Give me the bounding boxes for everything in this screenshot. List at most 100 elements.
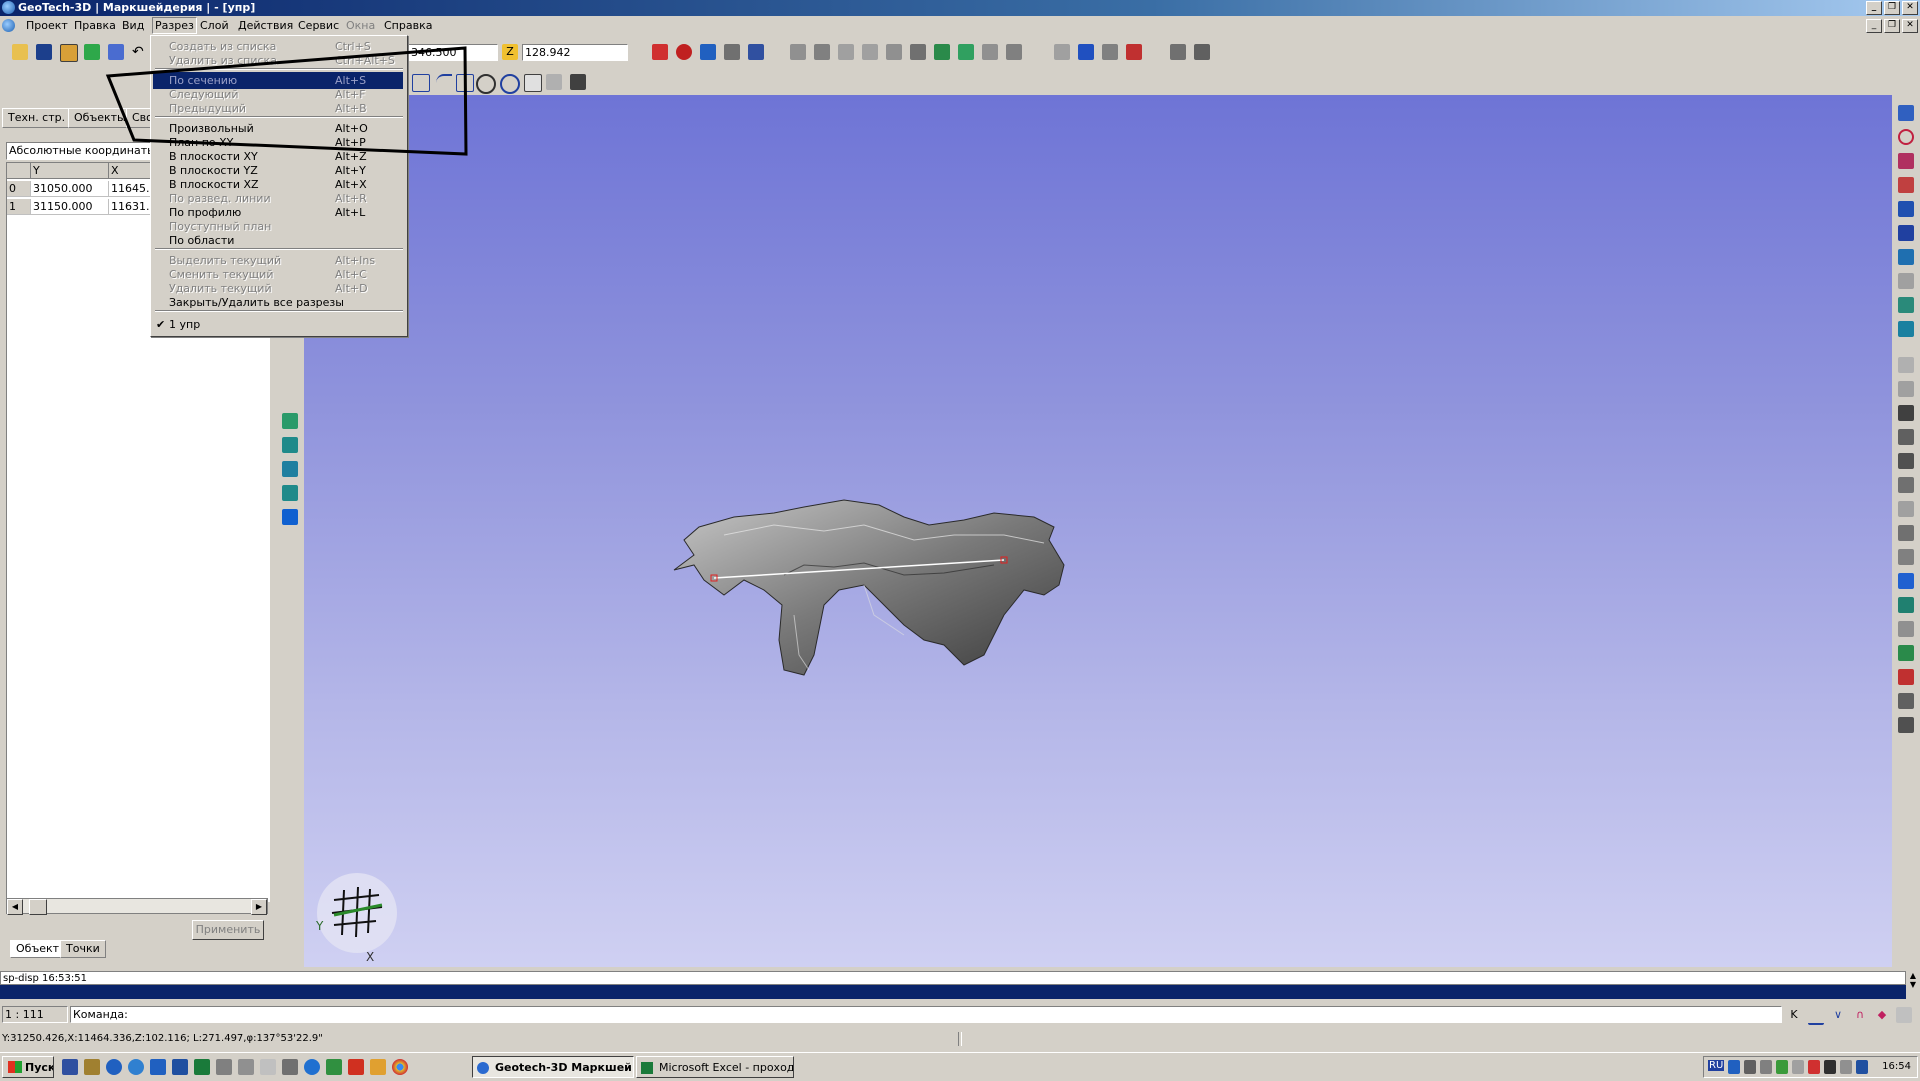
shape-icon[interactable] <box>1898 249 1914 265</box>
globe-icon[interactable] <box>1898 321 1914 337</box>
quicklaunch-media-icon[interactable] <box>106 1059 122 1075</box>
antivirus-icon[interactable] <box>1776 1060 1788 1074</box>
open-folder-icon[interactable] <box>12 44 28 60</box>
terrain-icon[interactable] <box>1898 645 1914 661</box>
quicklaunch-disk-icon[interactable] <box>238 1059 254 1075</box>
language-indicator[interactable]: RU <box>1708 1060 1725 1071</box>
tab-object[interactable]: Объект <box>10 940 66 958</box>
slope-icon[interactable] <box>886 44 902 60</box>
drill-icon[interactable] <box>1898 621 1914 637</box>
stairs-icon[interactable] <box>1898 525 1914 541</box>
block-icon[interactable] <box>748 44 764 60</box>
cross-icon[interactable] <box>1898 405 1914 421</box>
cursor-icon[interactable] <box>1898 693 1914 709</box>
3d-viewport[interactable]: Y X <box>304 95 1892 967</box>
menu-help[interactable]: Справка <box>384 19 432 32</box>
layers-stack-icon[interactable] <box>700 44 716 60</box>
snap-perp-icon[interactable] <box>1808 1007 1824 1025</box>
mdi-close-button[interactable]: ✕ <box>1902 19 1918 33</box>
menu-windows[interactable]: Окна <box>346 19 375 32</box>
layers-green-icon[interactable] <box>282 413 298 429</box>
rotate-icon[interactable] <box>1006 44 1022 60</box>
dome-icon[interactable] <box>1898 597 1914 613</box>
tray-sync-icon[interactable] <box>1840 1060 1852 1074</box>
frame-icon[interactable] <box>982 44 998 60</box>
cube-icon[interactable] <box>84 44 100 60</box>
snap-magnet-icon[interactable]: ∩ <box>1852 1007 1868 1023</box>
wall-icon[interactable] <box>1898 501 1914 517</box>
list-icon[interactable] <box>1170 44 1186 60</box>
copy-box-icon[interactable] <box>282 461 298 477</box>
scissors-icon[interactable] <box>1898 453 1914 469</box>
restore-button[interactable]: ❐ <box>1884 1 1900 15</box>
tray-app-icon[interactable] <box>1824 1060 1836 1074</box>
menu-actions[interactable]: Действия <box>238 19 293 32</box>
snap-angle-icon[interactable]: ∨ <box>1830 1007 1846 1023</box>
task-excel[interactable]: Microsoft Excel - проход... <box>636 1056 794 1078</box>
quicklaunch-tool-icon[interactable] <box>84 1059 100 1075</box>
cylinder-icon[interactable] <box>862 44 878 60</box>
snap-point-icon[interactable]: ◆ <box>1874 1007 1890 1023</box>
quicklaunch-window-icon[interactable] <box>260 1059 276 1075</box>
network-icon[interactable] <box>1898 717 1914 733</box>
chrome-icon[interactable] <box>392 1059 408 1075</box>
command-input[interactable]: Команда: <box>70 1006 1782 1023</box>
quicklaunch-red-icon[interactable] <box>348 1059 364 1075</box>
quicklaunch-orange-icon[interactable] <box>370 1059 386 1075</box>
quicklaunch-browser-icon[interactable] <box>128 1059 144 1075</box>
snap-grid-icon[interactable] <box>1896 1007 1912 1023</box>
eye-icon[interactable] <box>1898 297 1914 313</box>
section-menu-item[interactable]: ✔ 1 упр <box>153 316 403 333</box>
scroll-right-icon[interactable]: ▶ <box>251 899 267 915</box>
quicklaunch-word-icon[interactable] <box>172 1059 188 1075</box>
table-cell[interactable]: 31050.000 <box>31 181 109 197</box>
move-icon[interactable] <box>1898 573 1914 589</box>
tunnel-icon[interactable] <box>1898 669 1914 685</box>
mdi-restore-button[interactable]: ❐ <box>1884 19 1900 33</box>
task-geotech[interactable]: Geotech-3D Маркшей... <box>472 1056 634 1078</box>
volume-icon[interactable] <box>1744 1060 1756 1074</box>
menu-project[interactable]: Проект <box>26 19 68 32</box>
ellipse-icon[interactable] <box>500 74 520 94</box>
bench-icon[interactable] <box>934 44 950 60</box>
quicklaunch-green-icon[interactable] <box>326 1059 342 1075</box>
pen-icon[interactable] <box>546 74 562 90</box>
section-menu-item[interactable]: По области <box>153 232 403 249</box>
table-row-index[interactable]: 0 <box>7 181 31 197</box>
properties-icon[interactable] <box>1194 44 1210 60</box>
usb-icon[interactable] <box>1792 1060 1804 1074</box>
vline-icon[interactable] <box>838 44 854 60</box>
rotate-3d-icon[interactable] <box>1898 381 1914 397</box>
dimension-icon[interactable] <box>1898 549 1914 565</box>
knot-icon[interactable] <box>1102 44 1118 60</box>
quicklaunch-app-icon[interactable] <box>62 1059 78 1075</box>
menu-section[interactable]: Разрез <box>152 17 197 34</box>
table-cell[interactable]: 31150.000 <box>31 199 109 215</box>
frame-box-icon[interactable] <box>282 485 298 501</box>
log-scrollbar[interactable]: ▲ ▼ <box>1906 971 1920 1001</box>
cube-wire-icon[interactable] <box>1898 357 1914 373</box>
save-icon[interactable] <box>36 44 52 60</box>
tab-tech-str[interactable]: Техн. стр. <box>2 108 72 128</box>
layers-icon[interactable] <box>60 44 78 62</box>
table-header-y[interactable]: Y <box>31 163 109 179</box>
close-button[interactable]: ✕ <box>1902 1 1918 15</box>
node-icon[interactable] <box>1898 225 1914 241</box>
box-icon[interactable] <box>282 437 298 453</box>
menu-view[interactable]: Вид <box>122 19 144 32</box>
network-tray-icon[interactable] <box>1760 1060 1772 1074</box>
line-icon[interactable] <box>1898 201 1914 217</box>
horizontal-scrollbar[interactable]: ◀ ▶ <box>6 898 268 915</box>
matrix-icon[interactable] <box>570 74 586 90</box>
hatch-icon[interactable] <box>652 44 668 60</box>
pit-icon[interactable] <box>910 44 926 60</box>
quicklaunch-ie-icon[interactable] <box>150 1059 166 1075</box>
columns-icon[interactable] <box>814 44 830 60</box>
quicklaunch-excel-icon[interactable] <box>194 1059 210 1075</box>
table-row-index[interactable]: 1 <box>7 199 31 215</box>
scroll-thumb[interactable] <box>29 899 47 915</box>
scroll-left-icon[interactable]: ◀ <box>7 899 23 915</box>
bluetooth-icon[interactable] <box>1728 1060 1740 1074</box>
tray-alert-icon[interactable] <box>1808 1060 1820 1074</box>
apply-button[interactable]: Применить <box>192 920 264 940</box>
